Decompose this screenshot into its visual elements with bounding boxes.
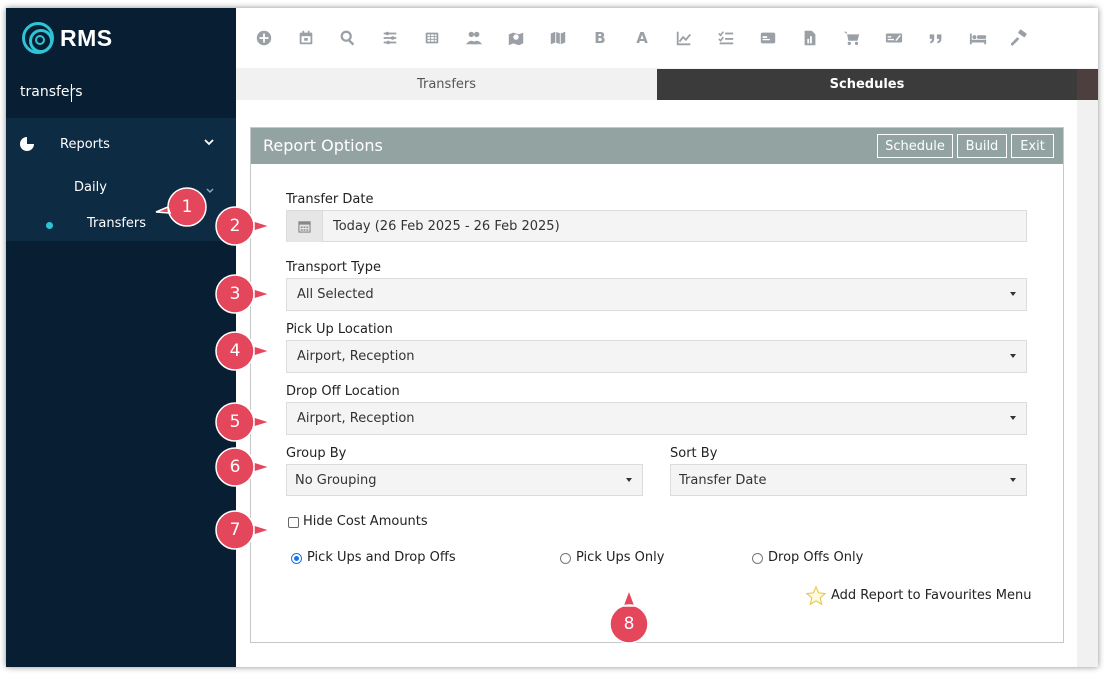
chevron-down-icon xyxy=(204,136,214,149)
add-to-favourites-link[interactable]: Add Report to Favourites Menu xyxy=(831,588,1032,603)
rms-logo-icon xyxy=(22,22,54,54)
callout-number: 8 xyxy=(623,614,635,634)
radio-pickups-only[interactable] xyxy=(560,553,571,564)
tab-transfers[interactable]: Transfers xyxy=(236,69,657,100)
menu-search-input[interactable] xyxy=(20,84,220,100)
font-icon[interactable]: A xyxy=(632,28,652,48)
sliders-icon[interactable] xyxy=(380,28,400,48)
tab-bar-edge xyxy=(1077,69,1098,100)
radio-label: Drop Offs Only xyxy=(768,550,864,565)
callout-number: 5 xyxy=(229,412,241,432)
logo-text: RMS xyxy=(60,24,113,51)
caret-down-icon xyxy=(1010,292,1016,296)
transport-type-value: All Selected xyxy=(297,287,374,302)
radio-label: Pick Ups Only xyxy=(576,550,665,565)
hide-cost-checkbox[interactable] xyxy=(288,517,299,528)
bed-icon[interactable] xyxy=(968,28,988,48)
group-by-select[interactable]: No Grouping xyxy=(286,464,643,496)
caret-down-icon xyxy=(1010,354,1016,358)
right-gutter xyxy=(1077,100,1098,667)
plus-circle-icon[interactable] xyxy=(254,28,274,48)
star-icon[interactable] xyxy=(805,585,827,607)
callout-number: 4 xyxy=(229,341,241,361)
cart-icon[interactable] xyxy=(842,28,862,48)
build-button[interactable]: Build xyxy=(957,134,1007,158)
report-options-panel: Report Options Schedule Build Exit Trans… xyxy=(250,127,1064,643)
drop-off-location-value: Airport, Reception xyxy=(297,411,415,426)
calendar-icon xyxy=(287,210,323,242)
group-by-label: Group By xyxy=(286,446,347,461)
transfer-date-value: Today (26 Feb 2025 - 26 Feb 2025) xyxy=(333,218,560,234)
drop-off-location-select[interactable]: Airport, Reception xyxy=(286,402,1027,435)
transport-type-label: Transport Type xyxy=(286,260,381,275)
caret-down-icon xyxy=(1010,416,1016,420)
callout-number: 6 xyxy=(229,457,241,477)
pick-up-location-label: Pick Up Location xyxy=(286,322,393,337)
hammer-icon[interactable] xyxy=(1010,28,1030,48)
callout-7: 7 xyxy=(212,509,273,551)
transfer-date-field[interactable]: Today (26 Feb 2025 - 26 Feb 2025) xyxy=(286,210,1027,242)
text-cursor xyxy=(71,84,72,102)
panel-header: Report Options Schedule Build Exit xyxy=(251,128,1063,164)
sidebar-item-label: Reports xyxy=(60,136,110,152)
callout-6: 6 xyxy=(212,446,273,488)
rms-logo: RMS xyxy=(22,22,113,54)
sort-by-select[interactable]: Transfer Date xyxy=(670,464,1027,496)
hide-cost-label: Hide Cost Amounts xyxy=(303,514,428,529)
callout-number: 7 xyxy=(229,520,241,540)
group-by-value: No Grouping xyxy=(295,472,377,488)
checklist-icon[interactable] xyxy=(716,28,736,48)
people-icon[interactable] xyxy=(464,28,484,48)
radio-label: Pick Ups and Drop Offs xyxy=(307,550,456,565)
app-window: RMS Reports Daily Transfers B A xyxy=(6,8,1098,667)
pick-up-location-value: Airport, Reception xyxy=(297,349,415,364)
schedule-button[interactable]: Schedule xyxy=(877,134,953,158)
calendar-icon[interactable] xyxy=(296,28,316,48)
callout-5: 5 xyxy=(212,401,273,443)
sidebar-item-reports[interactable]: Reports xyxy=(6,126,236,162)
transfer-date-label: Transfer Date xyxy=(286,192,374,207)
exit-button[interactable]: Exit xyxy=(1011,134,1054,158)
pie-chart-icon xyxy=(20,137,34,151)
drop-off-location-label: Drop Off Location xyxy=(286,384,400,399)
sidebar: RMS Reports Daily Transfers xyxy=(6,8,236,667)
callout-number: 2 xyxy=(229,216,241,236)
sort-by-label: Sort By xyxy=(670,446,718,461)
pick-up-location-select[interactable]: Airport, Reception xyxy=(286,340,1027,373)
callout-4: 4 xyxy=(212,330,273,372)
radio-dropoffs-only[interactable] xyxy=(752,553,763,564)
bold-icon[interactable]: B xyxy=(590,28,610,48)
quote-icon[interactable] xyxy=(926,28,946,48)
callout-3: 3 xyxy=(212,273,273,315)
caret-down-icon xyxy=(626,478,632,482)
callout-2: 2 xyxy=(212,205,273,247)
caret-down-icon xyxy=(1010,478,1016,482)
tab-schedules[interactable]: Schedules xyxy=(657,69,1077,100)
sidebar-item-label: Transfers xyxy=(87,216,147,231)
callout-8: 8 xyxy=(607,587,651,646)
sidebar-item-daily[interactable]: Daily xyxy=(74,180,107,195)
sort-by-value: Transfer Date xyxy=(679,472,767,488)
line-chart-icon[interactable] xyxy=(674,28,694,48)
radio-pickups-and-dropoffs[interactable] xyxy=(291,553,302,564)
toolbar: B A xyxy=(236,8,1098,68)
callout-1: 1 xyxy=(155,186,214,228)
grid-icon[interactable] xyxy=(422,28,442,48)
search-icon[interactable] xyxy=(338,28,358,48)
map-icon[interactable] xyxy=(548,28,568,48)
map-pin-icon[interactable] xyxy=(506,28,526,48)
callout-number: 1 xyxy=(181,197,193,217)
card-icon[interactable] xyxy=(758,28,778,48)
voucher-icon[interactable] xyxy=(884,28,904,48)
active-dot-icon xyxy=(46,222,53,229)
callout-number: 3 xyxy=(229,284,241,304)
transport-type-select[interactable]: All Selected xyxy=(286,278,1027,311)
panel-title: Report Options xyxy=(263,136,383,155)
report-icon[interactable] xyxy=(800,28,820,48)
